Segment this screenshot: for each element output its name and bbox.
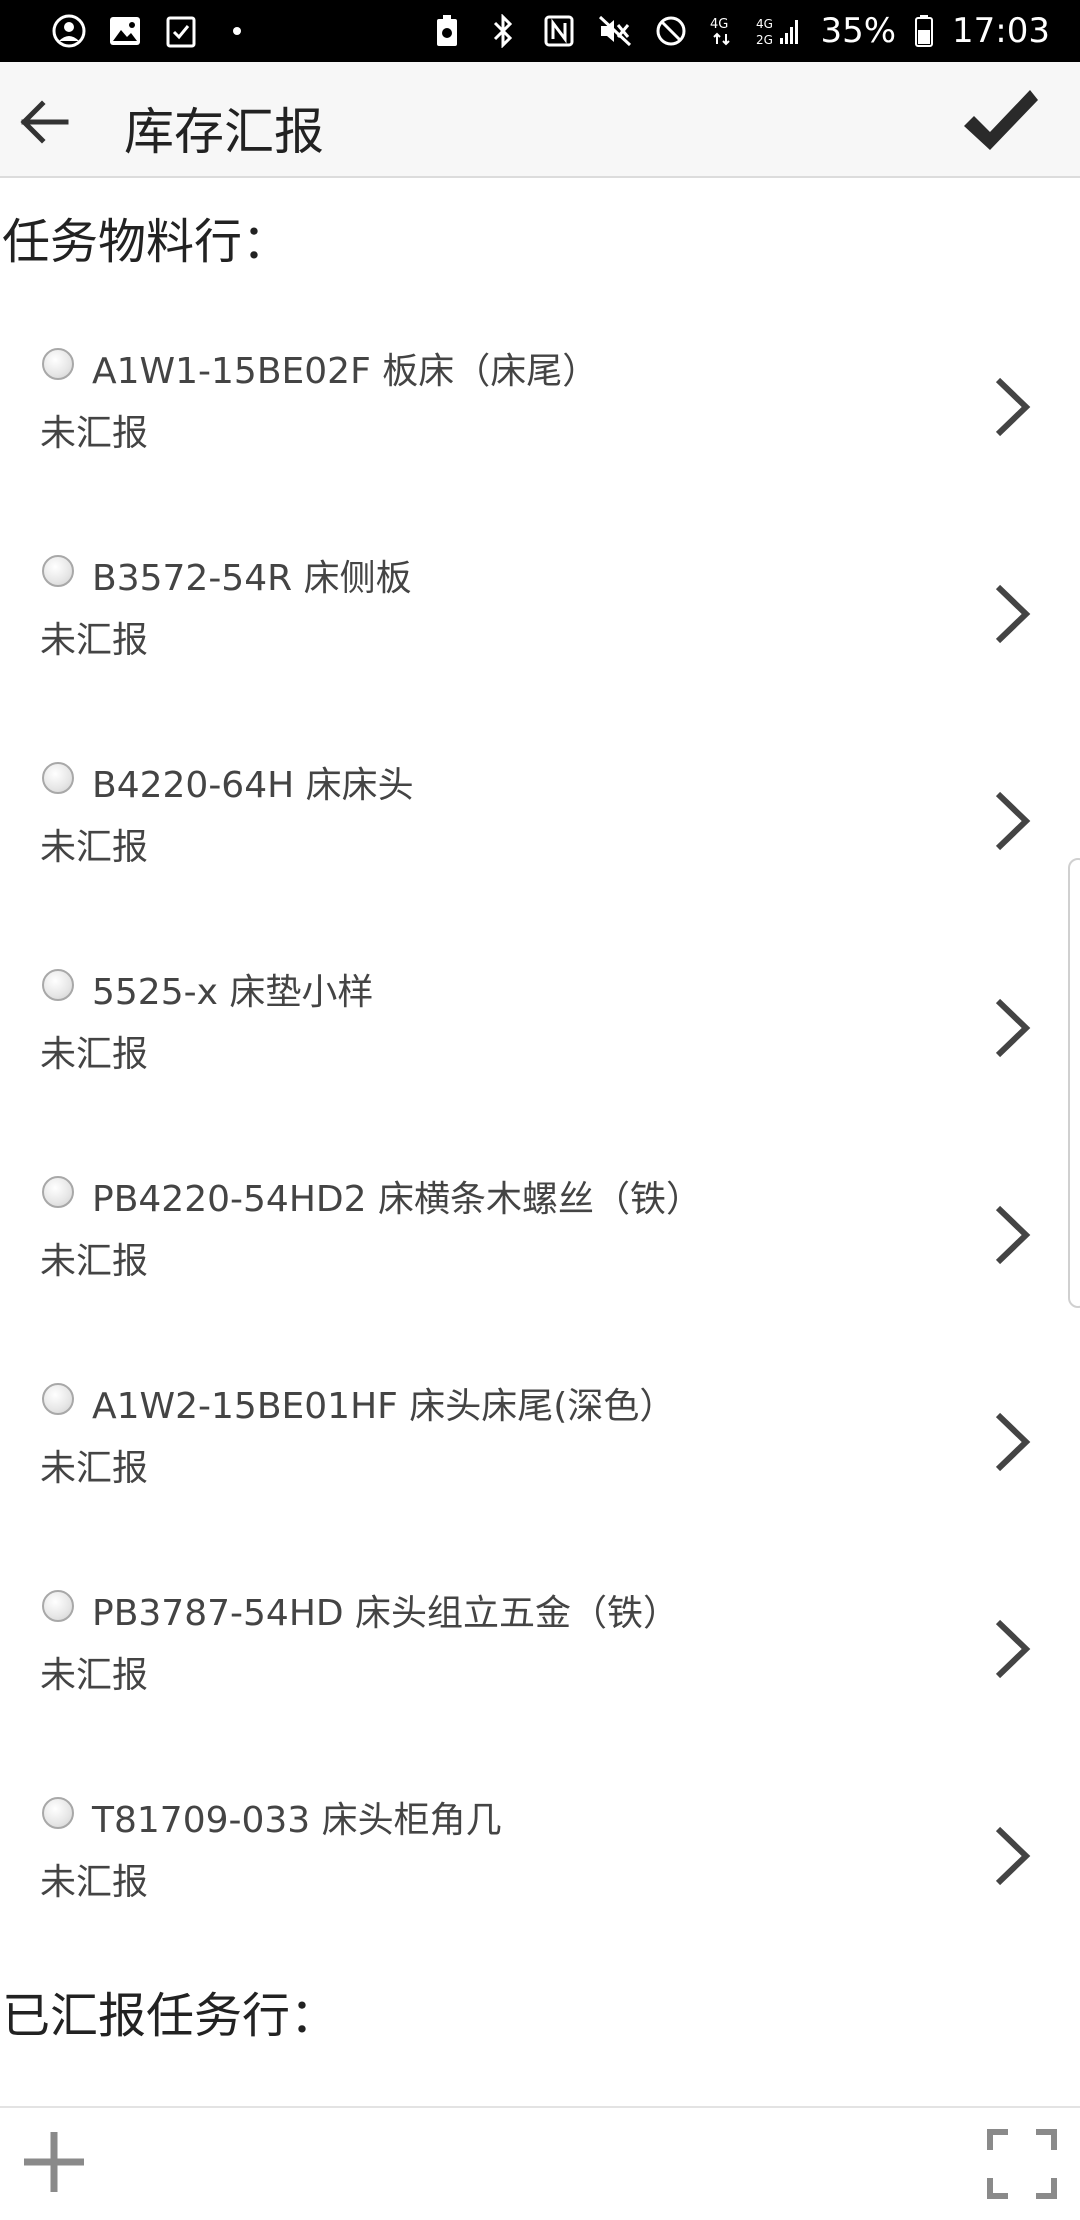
list-item[interactable]: PB3787-54HD 床头组立五金（铁） 未汇报: [0, 1576, 1080, 1766]
add-button[interactable]: [18, 2126, 90, 2198]
status-bar: 4G 4G 2G 35% 17:03: [0, 0, 1080, 62]
item-title: B4220-64H 床床头: [92, 765, 414, 806]
item-title: PB3787-54HD 床头组立五金（铁）: [92, 1593, 680, 1634]
gallery-icon: [106, 12, 144, 50]
sim2-top-label: 4G: [756, 17, 773, 31]
item-status: 未汇报: [40, 827, 149, 868]
radio-button[interactable]: [42, 1383, 74, 1415]
scroll-indicator[interactable]: [1068, 858, 1080, 1308]
item-status: 未汇报: [40, 620, 149, 661]
confirm-button[interactable]: [958, 80, 1042, 164]
net-label: 4G: [710, 17, 728, 32]
list-item[interactable]: B3572-54R 床侧板 未汇报: [0, 541, 1080, 731]
item-status: 未汇报: [40, 1241, 149, 1282]
mute-icon: [596, 12, 634, 50]
dot-icon: [218, 12, 256, 50]
radio-button[interactable]: [42, 1797, 74, 1829]
do-not-disturb-icon: [652, 12, 690, 50]
item-status: 未汇报: [40, 1655, 149, 1696]
radio-button[interactable]: [42, 762, 74, 794]
chevron-right-icon: [995, 1412, 1031, 1472]
radio-button[interactable]: [42, 348, 74, 380]
item-title: B3572-54R 床侧板: [92, 558, 412, 599]
item-title: A1W1-15BE02F 板床（床尾）: [92, 351, 599, 392]
item-status: 未汇报: [40, 1448, 149, 1489]
item-title: A1W2-15BE01HF 床头床尾(深色）: [92, 1386, 676, 1427]
scan-button[interactable]: [986, 2128, 1058, 2200]
signal-4g-icon: 4G: [708, 12, 738, 50]
chevron-right-icon: [995, 1205, 1031, 1265]
item-title: 5525-x 床垫小样: [92, 972, 374, 1013]
radio-button[interactable]: [42, 969, 74, 1001]
chevron-right-icon: [995, 998, 1031, 1058]
reported-section-header: 已汇报任务行：: [2, 1988, 339, 2044]
clock: 17:03: [952, 11, 1050, 51]
sim2-bottom-label: 2G: [756, 33, 773, 47]
chevron-right-icon: [995, 1619, 1031, 1679]
item-title: T81709-033 床头柜角几: [92, 1800, 502, 1841]
list-item[interactable]: A1W1-15BE02F 板床（床尾） 未汇报: [0, 334, 1080, 524]
plus-icon: [24, 2132, 84, 2192]
scan-frame-icon: [987, 2129, 1057, 2199]
back-button[interactable]: [14, 90, 78, 154]
signal-strength-icon: 4G 2G: [756, 12, 802, 50]
list-item[interactable]: A1W2-15BE01HF 床头床尾(深色） 未汇报: [0, 1369, 1080, 1559]
back-arrow-icon: [20, 100, 69, 144]
app-bar: 库存汇报: [0, 62, 1080, 178]
item-status: 未汇报: [40, 413, 149, 454]
item-status: 未汇报: [40, 1862, 149, 1903]
chevron-right-icon: [995, 1826, 1031, 1886]
page-title: 库存汇报: [124, 103, 324, 161]
battery-percent: 35%: [820, 11, 897, 51]
list-item[interactable]: T81709-033 床头柜角几 未汇报: [0, 1783, 1080, 1973]
materials-section-header: 任务物料行：: [2, 214, 291, 270]
status-right-icons: 4G 4G 2G 35% 17:03: [428, 11, 1050, 51]
item-title: PB4220-54HD2 床横条木螺丝（铁）: [92, 1179, 702, 1220]
battery-saver-icon: [428, 12, 466, 50]
chevron-right-icon: [995, 377, 1031, 437]
radio-button[interactable]: [42, 1176, 74, 1208]
radio-button[interactable]: [42, 1590, 74, 1622]
bottom-toolbar: [0, 2106, 1080, 2220]
list-item[interactable]: PB4220-54HD2 床横条木螺丝（铁） 未汇报: [0, 1162, 1080, 1352]
nfc-icon: [540, 12, 578, 50]
task-check-icon: [162, 12, 200, 50]
chevron-right-icon: [995, 584, 1031, 644]
bluetooth-icon: [484, 12, 522, 50]
list-item[interactable]: B4220-64H 床床头 未汇报: [0, 748, 1080, 938]
account-icon: [50, 12, 88, 50]
status-left-icons: [50, 12, 256, 50]
item-status: 未汇报: [40, 1034, 149, 1075]
battery-icon: [914, 12, 934, 50]
checkmark-icon: [964, 90, 1038, 150]
radio-button[interactable]: [42, 555, 74, 587]
chevron-right-icon: [995, 791, 1031, 851]
list-item[interactable]: 5525-x 床垫小样 未汇报: [0, 955, 1080, 1145]
